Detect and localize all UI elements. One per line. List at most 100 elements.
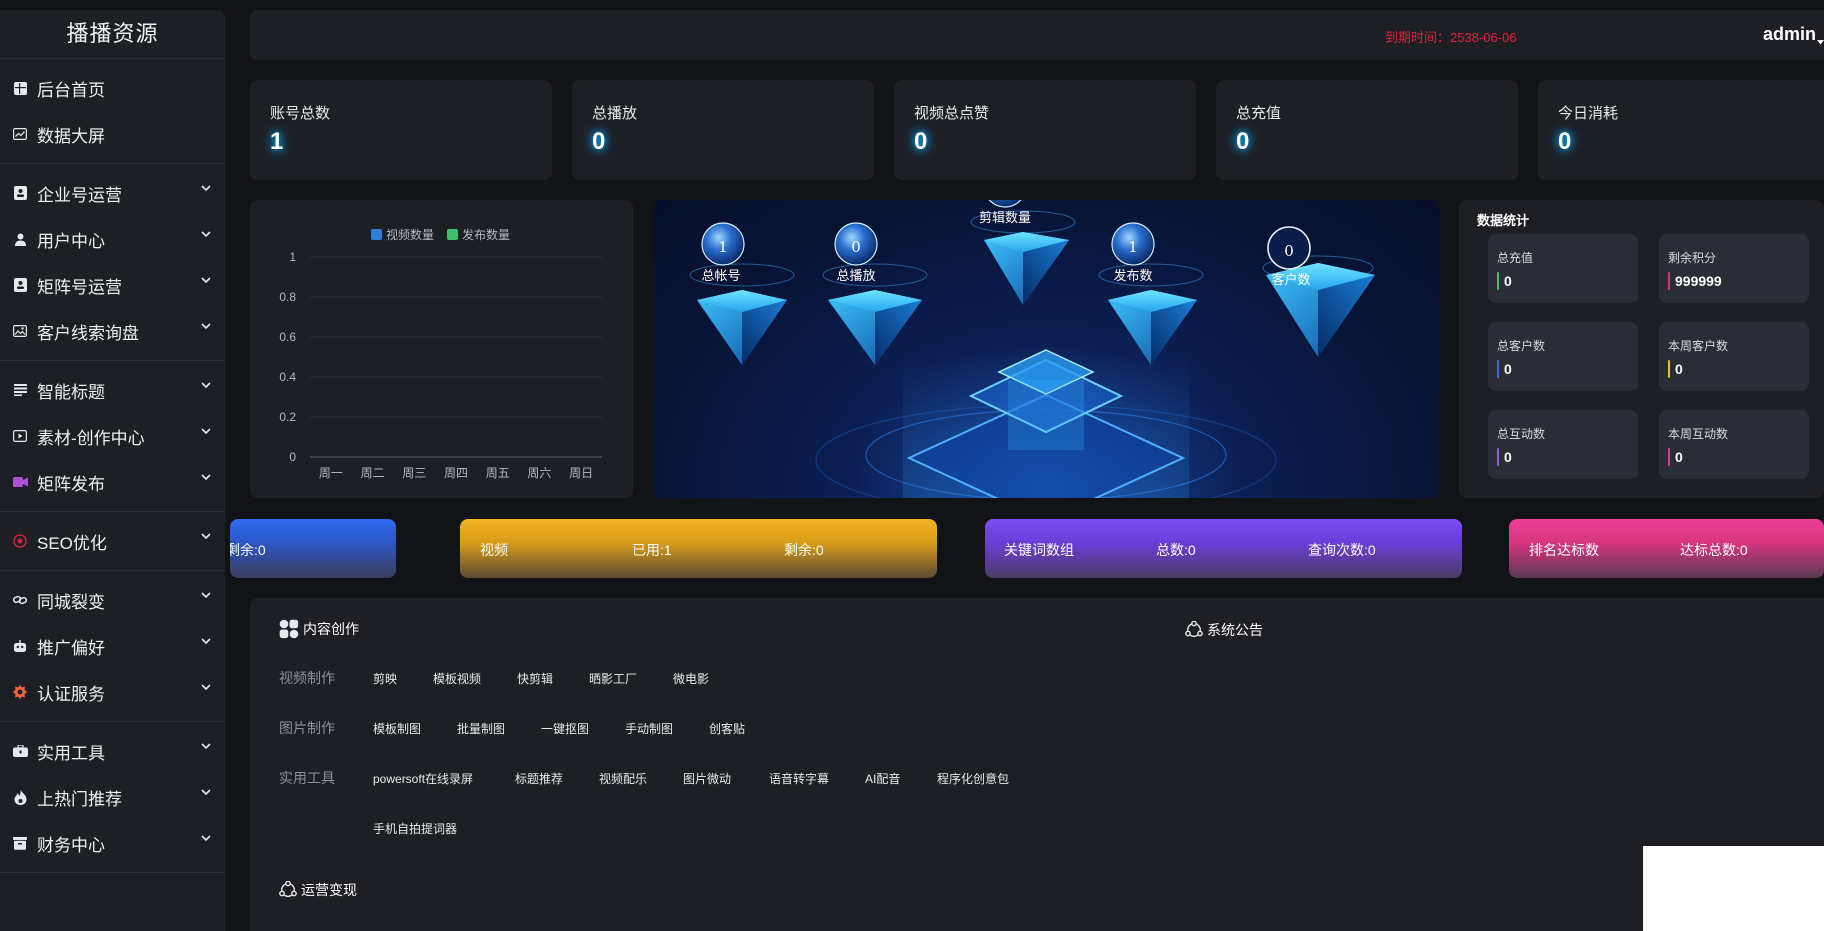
tool-quick-edit[interactable]: 快剪辑 — [517, 670, 553, 687]
robot-icon — [12, 638, 28, 654]
ds-accent-bar — [1668, 448, 1670, 466]
orb-4: 1 发布数 — [1111, 222, 1155, 283]
tool-micro-film[interactable]: 微电影 — [673, 670, 709, 687]
sidebar-item-label: 后台首页 — [37, 80, 105, 100]
brand-title: 播播资源 — [0, 10, 225, 59]
sidebar-item-label: 智能标题 — [37, 382, 105, 402]
link-icon — [12, 592, 28, 608]
sidebar-item-label: 矩阵发布 — [37, 474, 105, 494]
ds-label: 总充值 — [1497, 251, 1534, 265]
system-notice-header: 系统公告 — [1185, 620, 1263, 640]
sidebar-item-matrix-ops[interactable]: 矩阵号运营 — [0, 262, 225, 308]
tool-manual-image[interactable]: 手动制图 — [625, 720, 673, 737]
orb-2: 0 总播放 — [834, 222, 878, 283]
x-tick-label: 周一 — [319, 466, 343, 480]
sidebar-item-label: 财务中心 — [37, 835, 105, 855]
chevron-down-icon — [201, 231, 211, 238]
sidebar: 播播资源 后台首页 数据大屏 企业号运营 用户中心 矩阵号运营 客户线索询盘 智… — [0, 10, 225, 931]
tool-cutout[interactable]: 一键抠图 — [541, 720, 589, 737]
sidebar-item-label: 上热门推荐 — [37, 789, 122, 809]
wallet-icon — [12, 835, 28, 851]
banner-keywords: 关键词数组 总数:0 查询次数:0 — [985, 519, 1462, 578]
sidebar-item-trending[interactable]: 上热门推荐 — [0, 774, 225, 820]
tool-ai-voice[interactable]: AI配音 — [865, 770, 900, 787]
banner-text: 剩余:0 — [230, 542, 266, 558]
sidebar-item-data-screen[interactable]: 数据大屏 — [0, 111, 225, 157]
data-stats-title: 数据统计 — [1477, 213, 1530, 228]
stat-label: 账号总数 — [270, 105, 331, 122]
tool-shadow-factory[interactable]: 晒影工厂 — [589, 670, 637, 687]
ds-value: 0 — [1504, 361, 1512, 377]
stat-value: 0 — [592, 128, 606, 155]
ds-accent-bar — [1668, 272, 1670, 290]
sidebar-item-finance[interactable]: 财务中心 — [0, 820, 225, 866]
caret-down-icon[interactable] — [1817, 32, 1824, 50]
ds-card-week-customers: 本周客户数 0 — [1659, 322, 1809, 391]
banner-ranking: 排名达标数 达标总数:0 — [1509, 519, 1824, 578]
list-icon — [12, 382, 28, 398]
tool-teleprompter[interactable]: 手机自拍提词器 — [373, 820, 457, 837]
ds-accent-bar — [1497, 360, 1499, 378]
expire-date: 到期时间：2538-06-06 — [1385, 30, 1517, 45]
seo-icon — [12, 533, 28, 549]
sidebar-item-certification[interactable]: 认证服务 — [0, 669, 225, 715]
badge-icon — [12, 684, 28, 700]
y-tick-label: 0.8 — [279, 290, 296, 304]
tool-speech-subtitle[interactable]: 语音转字幕 — [769, 770, 829, 787]
tool-batch-image[interactable]: 批量制图 — [457, 720, 505, 737]
ds-card-total-recharge: 总充值 0 — [1488, 234, 1638, 303]
sidebar-item-smart-title[interactable]: 智能标题 — [0, 367, 225, 413]
orb-value: 0 — [1284, 242, 1294, 260]
tool-title-recommend[interactable]: 标题推荐 — [515, 770, 563, 787]
banner-text: 总数:0 — [1156, 542, 1196, 558]
ds-label: 本周客户数 — [1668, 339, 1729, 353]
ds-label: 总互动数 — [1497, 427, 1546, 441]
sidebar-item-matrix-publish[interactable]: 矩阵发布 — [0, 459, 225, 505]
ds-label: 本周互动数 — [1668, 427, 1729, 441]
sidebar-item-home[interactable]: 后台首页 — [0, 65, 225, 111]
sidebar-item-seo[interactable]: SEO优化 — [0, 518, 225, 564]
tool-video-music[interactable]: 视频配乐 — [599, 770, 647, 787]
x-tick-label: 周三 — [402, 466, 426, 480]
y-tick-label: 0.2 — [279, 410, 296, 424]
ds-card-week-interactions: 本周互动数 0 — [1659, 410, 1809, 479]
orb-label: 客户数 — [1271, 272, 1310, 287]
tool-chuangketie[interactable]: 创客贴 — [709, 720, 745, 737]
legend-swatch — [371, 229, 382, 240]
banner-text: 视频 — [480, 542, 508, 558]
sidebar-item-user-center[interactable]: 用户中心 — [0, 216, 225, 262]
chevron-down-icon — [201, 835, 211, 842]
overlay-box — [1643, 846, 1824, 931]
stat-label: 今日消耗 — [1558, 105, 1619, 122]
sidebar-item-city-fission[interactable]: 同城裂变 — [0, 577, 225, 623]
tool-jianying[interactable]: 剪映 — [373, 670, 397, 687]
content-creation-header: 内容创作 — [279, 619, 359, 639]
y-tick-label: 1 — [289, 250, 296, 264]
orb-5: 0 客户数 — [1267, 226, 1311, 287]
x-tick-label: 周日 — [569, 466, 593, 480]
sidebar-item-leads[interactable]: 客户线索询盘 — [0, 308, 225, 354]
ds-value: 0 — [1504, 449, 1512, 465]
sidebar-item-tools[interactable]: 实用工具 — [0, 728, 225, 774]
stat-value: 1 — [270, 128, 284, 155]
ds-value: 0 — [1675, 361, 1683, 377]
tool-screen-record[interactable]: powersoft在线录屏 — [373, 770, 473, 787]
tool-image-motion[interactable]: 图片微动 — [683, 770, 731, 787]
tool-template-video[interactable]: 模板视频 — [433, 670, 481, 687]
y-tick-label: 0.6 — [279, 330, 296, 344]
sidebar-item-material[interactable]: 素材-创作中心 — [0, 413, 225, 459]
sidebar-group-tools: 实用工具 上热门推荐 财务中心 — [0, 722, 225, 873]
tool-creative-pack[interactable]: 程序化创意包 — [937, 770, 1009, 787]
chevron-down-icon — [201, 382, 211, 389]
x-tick-label: 周四 — [444, 466, 468, 480]
operations-title: 运营变现 — [301, 882, 357, 898]
stat-value: 0 — [1558, 128, 1572, 155]
apps-icon — [279, 619, 299, 639]
tool-template-image[interactable]: 模板制图 — [373, 720, 421, 737]
sidebar-item-enterprise[interactable]: 企业号运营 — [0, 170, 225, 216]
sidebar-item-promotion[interactable]: 推广偏好 — [0, 623, 225, 669]
user-menu[interactable]: admin — [1763, 24, 1816, 45]
chevron-down-icon — [201, 185, 211, 192]
orb-value: 1 — [718, 238, 728, 256]
central-platform — [815, 349, 1277, 498]
